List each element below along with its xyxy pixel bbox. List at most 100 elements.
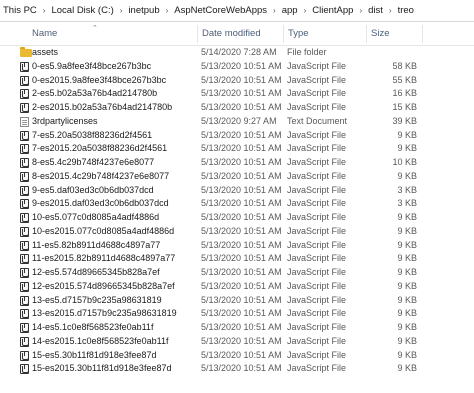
file-name: assets xyxy=(32,47,59,57)
file-row[interactable]: 2-es2015.b02a53a76b4ad214780b 5/13/2020 1… xyxy=(0,101,474,115)
file-size: 9 KB xyxy=(397,267,417,277)
file-row[interactable]: 3rdpartylicenses 5/13/2020 9:27 AM Text Do… xyxy=(0,115,474,129)
column-divider[interactable] xyxy=(366,25,367,43)
js-file-icon xyxy=(20,336,29,347)
file-row[interactable]: assets 5/14/2020 7:28 AM File folder xyxy=(0,46,474,60)
chevron-right-icon[interactable]: › xyxy=(355,6,366,15)
file-size: 9 KB xyxy=(397,129,417,140)
file-name: 11-es2015.82b8911d4688c4897a77 xyxy=(32,253,176,264)
file-name: 2-es5.b02a53a76b4ad214780b xyxy=(32,88,158,99)
file-type: JavaScript File xyxy=(287,198,347,209)
file-row[interactable]: 0-es5.9a8fee3f48bce267b3bc 5/13/2020 10:5… xyxy=(0,60,474,74)
file-size: 9 KB xyxy=(397,308,417,319)
column-header-type[interactable]: Type xyxy=(288,22,309,46)
chevron-right-icon[interactable]: › xyxy=(116,6,127,15)
js-file-icon xyxy=(20,323,29,333)
file-row[interactable]: 0-es2015.9a8fee3f48bce267b3bc 5/13/2020 1… xyxy=(0,74,474,88)
file-row[interactable]: 8-es5.4c29b748f4237e6e8077 5/13/2020 10:5… xyxy=(0,156,474,170)
file-row[interactable]: 10-es2015.077c0d8085a4adf4886d 5/13/2020 … xyxy=(0,225,474,239)
file-date-modified: 5/13/2020 10:51 AM xyxy=(201,267,282,277)
column-divider[interactable] xyxy=(197,25,198,43)
file-row[interactable]: 10-es5.077c0d8085a4adf4886d 5/13/2020 10:… xyxy=(0,211,474,225)
breadcrumb-app[interactable]: app xyxy=(280,5,300,16)
breadcrumb-treo[interactable]: treo xyxy=(396,5,416,16)
file-row[interactable]: 14-es2015.1c0e8f568523fe0ab11f 5/13/2020 … xyxy=(0,335,474,349)
js-file-icon xyxy=(20,268,29,278)
file-row[interactable]: 13-es5.d7157b9c235a98631819 5/13/2020 10:… xyxy=(0,294,474,308)
file-row[interactable]: 8-es2015.4c29b748f4237e6e8077 5/13/2020 1… xyxy=(0,170,474,184)
column-header-date-modified[interactable]: Date modified xyxy=(202,22,261,46)
file-date-modified: 5/13/2020 10:51 AM xyxy=(201,184,282,195)
file-row[interactable]: 9-es2015.daf03ed3c0b6db037dcd 5/13/2020 1… xyxy=(0,197,474,211)
folder-icon xyxy=(20,47,32,57)
file-size: 9 KB xyxy=(397,322,417,332)
file-row[interactable]: 2-es5.b02a53a76b4ad214780b 5/13/2020 10:5… xyxy=(0,87,474,101)
column-divider[interactable] xyxy=(283,25,284,43)
file-size: 16 KB xyxy=(392,88,417,99)
chevron-right-icon[interactable]: › xyxy=(300,6,311,15)
file-date-modified: 5/13/2020 10:51 AM xyxy=(201,335,282,346)
chevron-right-icon[interactable]: › xyxy=(39,6,50,15)
breadcrumb-aspnetcorewebapps[interactable]: AspNetCoreWebApps xyxy=(172,5,269,16)
file-date-modified: 5/13/2020 10:51 AM xyxy=(201,212,282,222)
chevron-right-icon[interactable]: › xyxy=(385,6,396,15)
chevron-right-icon[interactable]: › xyxy=(162,6,173,15)
file-date-modified: 5/13/2020 10:51 AM xyxy=(201,253,282,264)
file-row[interactable]: 11-es5.82b8911d4688c4897a77 5/13/2020 10:… xyxy=(0,239,474,253)
file-size: 9 KB xyxy=(397,212,417,222)
breadcrumb-inetpub[interactable]: inetpub xyxy=(126,5,161,16)
js-file-icon xyxy=(20,309,29,320)
breadcrumb-clientapp[interactable]: ClientApp xyxy=(310,5,355,16)
file-name: 15-es5.30b11f81d918e3fee87d xyxy=(32,349,157,360)
js-file-icon xyxy=(20,158,29,168)
file-type: JavaScript File xyxy=(287,184,347,195)
file-row[interactable]: 7-es5.20a5038f88236d2f4561 5/13/2020 10:5… xyxy=(0,129,474,143)
file-name: 12-es5.574d89665345b828a7ef xyxy=(32,267,160,277)
file-row[interactable]: 15-es5.30b11f81d918e3fee87d 5/13/2020 10:… xyxy=(0,349,474,363)
file-date-modified: 5/13/2020 10:51 AM xyxy=(201,349,282,360)
file-row[interactable]: 13-es2015.d7157b9c235a98631819 5/13/2020 … xyxy=(0,307,474,321)
breadcrumb-local-disk[interactable]: Local Disk (C:) xyxy=(49,5,115,16)
file-date-modified: 5/13/2020 10:51 AM xyxy=(201,88,282,99)
js-file-icon xyxy=(20,89,29,100)
file-row[interactable]: 14-es5.1c0e8f568523fe0ab11f 5/13/2020 10:… xyxy=(0,321,474,335)
file-name: 3rdpartylicenses xyxy=(32,115,98,126)
js-file-icon xyxy=(20,199,29,210)
file-size: 3 KB xyxy=(397,184,417,195)
file-size: 9 KB xyxy=(397,294,417,305)
file-name: 2-es2015.b02a53a76b4ad214780b xyxy=(32,102,173,112)
file-type: JavaScript File xyxy=(287,280,347,291)
file-size: 9 KB xyxy=(397,363,417,374)
file-size: 58 KB xyxy=(392,60,417,71)
file-type: JavaScript File xyxy=(287,170,347,181)
breadcrumb-this-pc[interactable]: This PC xyxy=(1,5,39,16)
file-type: JavaScript File xyxy=(287,212,347,222)
file-row[interactable]: 7-es2015.20a5038f88236d2f4561 5/13/2020 1… xyxy=(0,142,474,156)
file-row[interactable]: 11-es2015.82b8911d4688c4897a77 5/13/2020 … xyxy=(0,252,474,266)
file-date-modified: 5/13/2020 10:51 AM xyxy=(201,129,282,140)
column-divider[interactable] xyxy=(422,25,423,43)
file-date-modified: 5/13/2020 10:51 AM xyxy=(201,74,282,85)
file-row[interactable]: 15-es2015.30b11f81d918e3fee87d 5/13/2020 … xyxy=(0,362,474,376)
breadcrumb-dist[interactable]: dist xyxy=(366,5,385,16)
file-name: 14-es5.1c0e8f568523fe0ab11f xyxy=(32,322,154,332)
js-file-icon xyxy=(20,281,29,292)
file-type: JavaScript File xyxy=(287,308,347,319)
js-file-icon xyxy=(20,350,29,361)
address-bar[interactable]: This PC › Local Disk (C:) › inetpub › As… xyxy=(0,0,474,22)
file-size: 9 KB xyxy=(397,349,417,360)
chevron-right-icon[interactable]: › xyxy=(269,6,280,15)
file-row[interactable]: 9-es5.daf03ed3c0b6db037dcd 5/13/2020 10:5… xyxy=(0,184,474,198)
file-size: 15 KB xyxy=(392,102,417,112)
column-header-name[interactable]: Name xyxy=(32,22,57,46)
file-row[interactable]: 12-es2015.574d89665345b828a7ef 5/13/2020 … xyxy=(0,280,474,294)
js-file-icon xyxy=(20,254,29,265)
file-type: JavaScript File xyxy=(287,239,347,250)
file-date-modified: 5/13/2020 10:51 AM xyxy=(201,308,282,319)
file-type: JavaScript File xyxy=(287,129,347,140)
file-date-modified: 5/13/2020 10:51 AM xyxy=(201,363,282,374)
column-header-size[interactable]: Size xyxy=(371,22,389,46)
js-file-icon xyxy=(20,240,29,251)
file-row[interactable]: 12-es5.574d89665345b828a7ef 5/13/2020 10:… xyxy=(0,266,474,280)
file-name: 0-es2015.9a8fee3f48bce267b3bc xyxy=(32,74,167,85)
